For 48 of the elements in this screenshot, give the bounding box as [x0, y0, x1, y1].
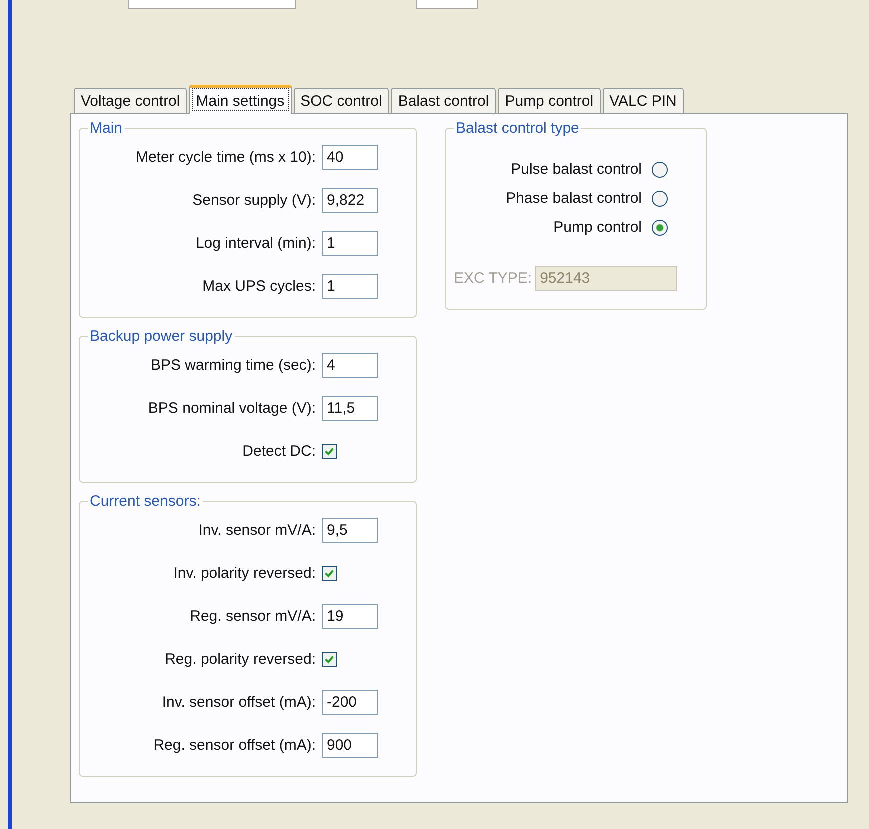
- input-field[interactable]: [128, 0, 296, 9]
- input-field[interactable]: [416, 0, 478, 9]
- input-field[interactable]: 19: [322, 604, 378, 629]
- check-icon: [324, 446, 335, 457]
- checkbox[interactable]: [322, 652, 337, 667]
- field-label: Reg. sensor offset (mA):: [154, 737, 316, 754]
- field-label: Inv. sensor offset (mA):: [161, 694, 316, 711]
- field-label: Inv. sensor mV/A:: [198, 522, 316, 539]
- radio-button[interactable]: [652, 162, 668, 178]
- input-field[interactable]: 9,822: [322, 188, 378, 213]
- check-icon: [324, 654, 335, 665]
- input-field[interactable]: 4: [322, 353, 378, 378]
- group-title: Main: [89, 120, 124, 137]
- group-title: Balast control type: [455, 120, 580, 137]
- group-title: Current sensors:: [89, 493, 202, 510]
- input-field[interactable]: 1: [322, 274, 378, 299]
- field-label: Inv. polarity reversed:: [172, 565, 316, 582]
- field-label: BPS nominal voltage (V):: [148, 400, 316, 417]
- checkbox[interactable]: [322, 444, 337, 459]
- radio-button[interactable]: [652, 190, 668, 206]
- input-field[interactable]: 1: [322, 231, 378, 256]
- field-label: Detect DC:: [242, 443, 316, 460]
- field-label: BPS warming time (sec):: [150, 357, 316, 374]
- field-label: EXC TYPE:: [454, 270, 532, 287]
- tab[interactable]: Voltage control: [74, 88, 188, 113]
- input-field[interactable]: 40: [322, 145, 378, 170]
- field-label: Reg. polarity reversed:: [164, 651, 316, 668]
- input-field[interactable]: 9,5: [322, 518, 378, 543]
- radio-button[interactable]: [652, 220, 668, 236]
- radio-label: Pulse balast control: [511, 161, 642, 178]
- group-title: Backup power supply: [89, 328, 234, 345]
- checkbox[interactable]: [322, 566, 337, 581]
- input-field[interactable]: 900: [322, 733, 378, 758]
- tab[interactable]: Pump control: [498, 88, 601, 113]
- field-label: Sensor supply (V):: [192, 192, 316, 209]
- radio-label: Phase balast control: [506, 190, 642, 207]
- field-label: Reg. sensor mV/A:: [189, 608, 316, 625]
- field-label: Max UPS cycles:: [202, 278, 316, 295]
- tab[interactable]: VALC PIN: [602, 88, 684, 113]
- tab[interactable]: Main settings: [189, 85, 292, 114]
- radio-label: Pump control: [554, 219, 642, 236]
- tab[interactable]: SOC control: [294, 88, 390, 113]
- input-field[interactable]: -200: [322, 690, 378, 715]
- tab[interactable]: Balast control: [391, 88, 496, 113]
- field-label: Log interval (min):: [194, 235, 316, 252]
- field-label: Meter cycle time (ms x 10):: [136, 149, 316, 166]
- check-icon: [324, 568, 335, 579]
- input-field[interactable]: 11,5: [322, 396, 378, 421]
